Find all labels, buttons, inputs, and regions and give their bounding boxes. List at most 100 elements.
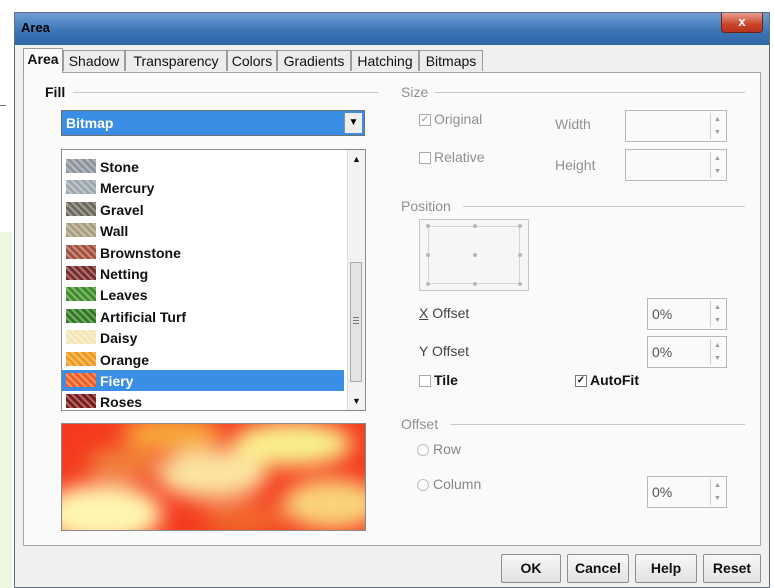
position-point[interactable] [473, 224, 477, 228]
tab-shadow[interactable]: Shadow [63, 50, 125, 71]
autofit-checkbox[interactable]: ✓ AutoFit [575, 372, 639, 388]
column-label: Column [433, 476, 482, 492]
original-label: Original [434, 111, 483, 127]
scroll-down-icon[interactable]: ▼ [348, 392, 365, 410]
y-offset-spinbox[interactable]: 0% ▲ ▼ [647, 336, 727, 368]
tab-gradients[interactable]: Gradients [277, 50, 351, 71]
scroll-up-icon[interactable]: ▲ [348, 150, 365, 168]
list-scrollbar[interactable]: ▲ ▼ [347, 150, 365, 410]
bitmap-list-item[interactable]: Leaves [62, 284, 344, 305]
bitmap-list-item[interactable]: Fiery [62, 370, 344, 391]
offset-spinbox[interactable]: 0% ▲ ▼ [647, 476, 727, 508]
spin-buttons[interactable]: ▲ ▼ [710, 301, 724, 327]
tab-hatching[interactable]: Hatching [351, 50, 419, 71]
position-point[interactable] [473, 253, 477, 257]
size-group-label: Size [401, 84, 433, 100]
cancel-button[interactable]: Cancel [567, 554, 629, 583]
bitmap-list-item[interactable]: Stone [62, 156, 344, 177]
spin-buttons[interactable]: ▲ ▼ [710, 479, 724, 505]
position-point[interactable] [518, 224, 522, 228]
check-icon: ✓ [575, 375, 587, 388]
bitmap-swatch-icon [66, 330, 96, 345]
spin-buttons[interactable]: ▲ ▼ [710, 152, 724, 178]
relative-checkbox[interactable]: Relative [419, 149, 485, 165]
spin-buttons[interactable]: ▲ ▼ [710, 339, 724, 365]
radio-circle [417, 444, 429, 457]
position-point[interactable] [426, 224, 430, 228]
size-separator [435, 92, 745, 93]
chevron-down-icon[interactable]: ▼ [344, 113, 362, 133]
fill-type-select[interactable]: Bitmap ▼ [61, 110, 365, 136]
bitmap-swatch-icon [66, 394, 96, 409]
position-point[interactable] [518, 253, 522, 257]
fiery-bitmap-preview [62, 424, 365, 530]
tab-colors[interactable]: Colors [227, 50, 277, 71]
position-point[interactable] [518, 282, 522, 286]
bitmap-swatch-icon [66, 201, 96, 216]
help-button[interactable]: Help [635, 554, 697, 583]
tab-area[interactable]: Area [23, 48, 63, 73]
bitmap-swatch-icon [66, 223, 96, 238]
x-offset-value: 0% [652, 306, 673, 322]
original-checkbox[interactable]: ✓ Original [419, 111, 482, 127]
bitmap-list-item[interactable]: Netting [62, 263, 344, 284]
position-selector[interactable] [419, 219, 529, 291]
y-offset-value: 0% [652, 344, 673, 360]
offset-group-label: Offset [401, 416, 443, 432]
bitmap-list-item[interactable]: Orange [62, 349, 344, 370]
grip-line [353, 317, 359, 318]
bitmap-label: Gravel [100, 201, 144, 218]
reset-button[interactable]: Reset [703, 554, 761, 583]
y-offset-label: Y Offset [419, 343, 470, 359]
tab-bitmaps[interactable]: Bitmaps [419, 50, 483, 71]
bitmap-swatch-icon [66, 180, 96, 195]
fill-preview [61, 423, 366, 531]
spin-up-icon: ▲ [714, 342, 721, 349]
relative-label: Relative [434, 149, 485, 165]
position-point[interactable] [426, 282, 430, 286]
bitmap-label: Artificial Turf [100, 308, 187, 325]
bitmap-label: Daisy [100, 330, 138, 347]
spin-buttons[interactable]: ▲ ▼ [710, 113, 724, 139]
ok-button[interactable]: OK [501, 554, 561, 583]
position-point[interactable] [426, 253, 430, 257]
radio-circle [417, 479, 429, 492]
bitmap-list-item[interactable]: Artificial Turf [62, 306, 344, 327]
width-label: Width [555, 116, 591, 132]
offset-value: 0% [652, 484, 673, 500]
bitmap-list-item[interactable]: Daisy [62, 327, 344, 348]
offset-separator [451, 424, 745, 425]
bitmap-list-item[interactable]: Gravel [62, 199, 344, 220]
background-panel [0, 232, 12, 588]
close-button[interactable]: x [721, 13, 763, 33]
column-radio[interactable]: Column [417, 476, 481, 492]
bitmap-swatch-icon [66, 308, 96, 323]
spin-down-icon: ▼ [714, 495, 721, 502]
checkbox-box [419, 375, 431, 388]
tab-transparency[interactable]: Transparency [125, 50, 227, 71]
bitmap-swatch-icon [66, 266, 96, 280]
bitmap-label: Leaves [100, 287, 148, 304]
position-point[interactable] [473, 282, 477, 286]
x-offset-spinbox[interactable]: 0% ▲ ▼ [647, 298, 727, 330]
spin-up-icon: ▲ [714, 116, 721, 123]
bitmap-swatch-icon [66, 244, 96, 259]
grip-line [353, 320, 359, 321]
tile-checkbox[interactable]: Tile [419, 372, 458, 388]
fill-group-label: Fill [45, 84, 70, 100]
bitmap-list[interactable]: Stone Mercury Gravel Wall Brownstone Netting L… [61, 149, 366, 411]
bitmap-list-item[interactable]: Roses [62, 391, 344, 411]
checkbox-box [419, 152, 431, 165]
spin-up-icon: ▲ [714, 482, 721, 489]
height-spinbox[interactable]: ▲ ▼ [625, 149, 727, 181]
scrollbar-thumb[interactable] [350, 262, 362, 382]
bitmap-list-item[interactable]: Mercury [62, 177, 344, 198]
area-dialog: Area x Area Shadow Transparency Colors G… [14, 12, 770, 588]
close-icon: x [738, 14, 746, 29]
bitmap-swatch-icon [66, 159, 96, 173]
bitmap-list-item[interactable]: Brownstone [62, 242, 344, 263]
bitmap-label: Roses [100, 394, 143, 411]
width-spinbox[interactable]: ▲ ▼ [625, 110, 727, 142]
row-radio[interactable]: Row [417, 441, 461, 457]
bitmap-list-item[interactable]: Wall [62, 220, 344, 241]
